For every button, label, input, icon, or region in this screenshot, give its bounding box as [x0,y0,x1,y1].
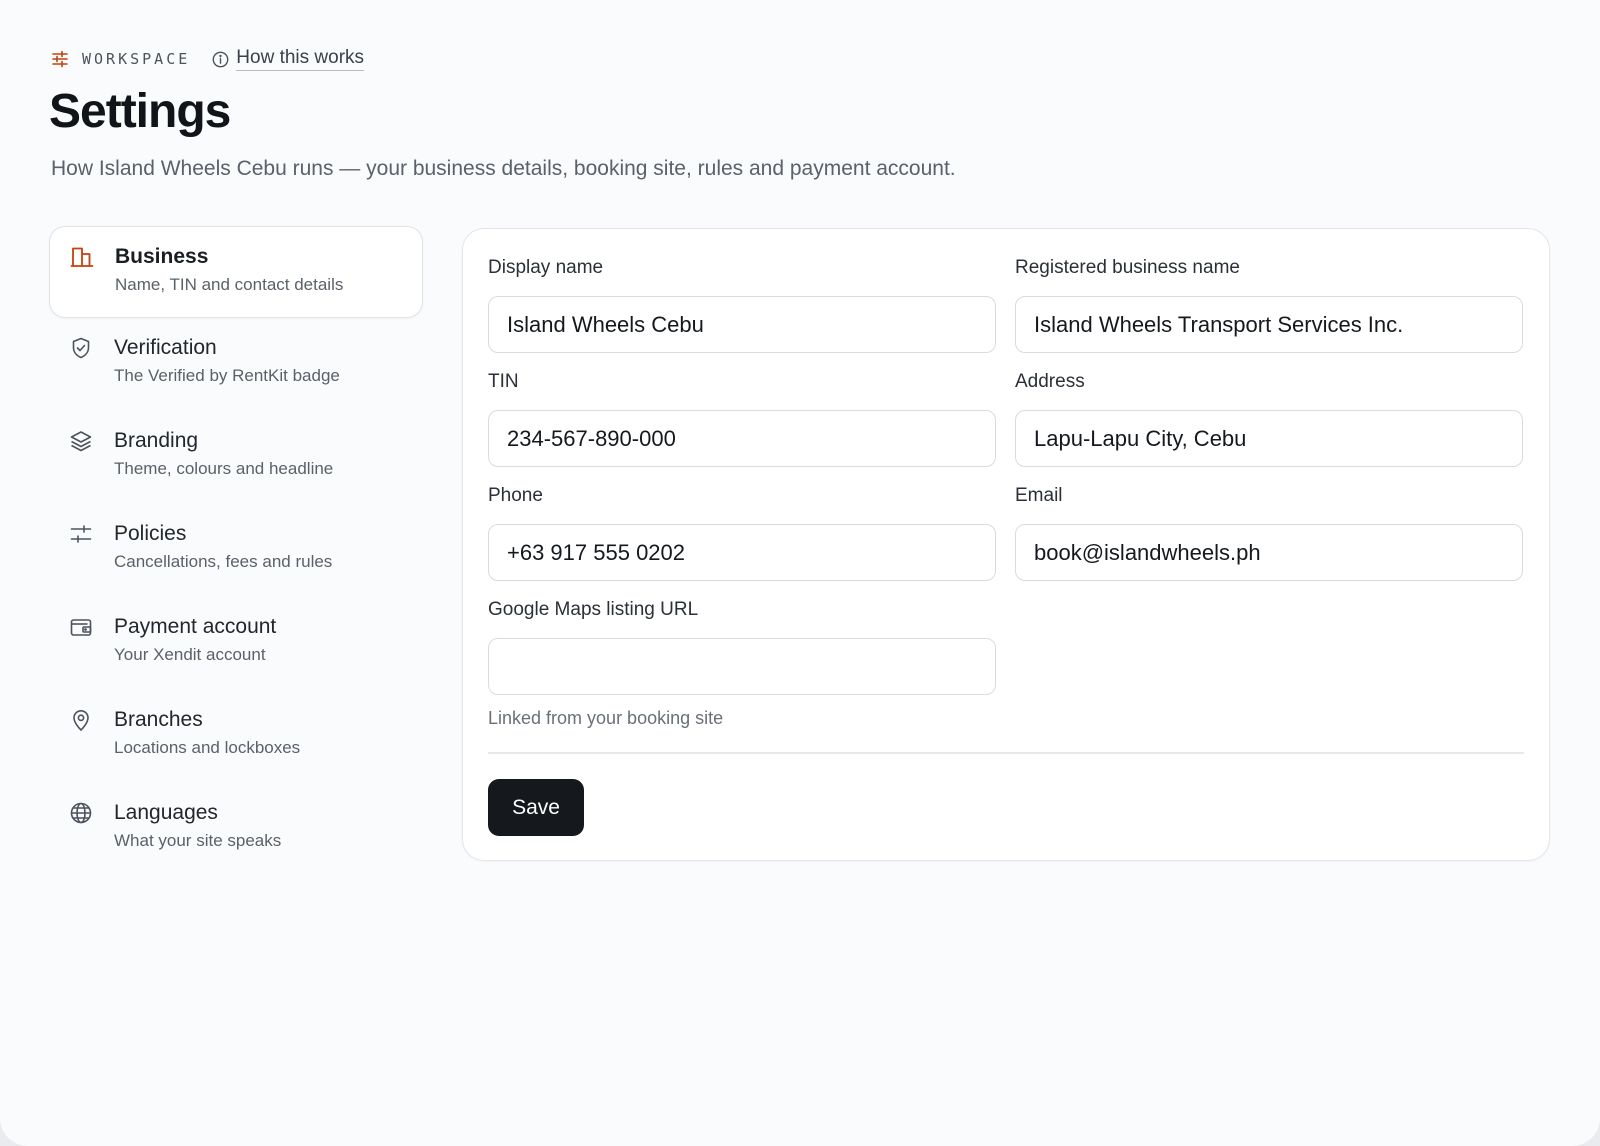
page-subtitle: How Island Wheels Cebu runs — your busin… [51,157,956,180]
sidebar-item-description: Locations and lockboxes [114,738,301,757]
email-group: Email [1015,484,1523,581]
sidebar-item-branding[interactable]: Branding Theme, colours and headline [49,411,423,504]
sidebar-item-title: Verification [114,336,217,359]
display-name-label: Display name [488,257,604,278]
how-this-works-link[interactable]: How this works [212,47,365,71]
sidebar-item-title: Policies [114,522,187,545]
maps-url-label: Google Maps listing URL [488,599,699,620]
sidebar-item-business[interactable]: Business Name, TIN and contact details [49,226,423,318]
sidebar-item-description: What your site speaks [114,831,282,850]
sidebar-item-title: Business [115,245,209,268]
sidebar-item-payment-account[interactable]: Payment account Your Xendit account [49,597,423,690]
settings-sidebar: Business Name, TIN and contact details V… [49,226,423,876]
maps-url-group: Google Maps listing URL [488,598,996,695]
sidebar-item-languages[interactable]: Languages What your site speaks [49,783,423,876]
sliders-icon [69,522,93,546]
registered-name-group: Registered business name [1015,256,1523,353]
workspace-label: WORKSPACE [82,50,191,68]
building-icon [70,245,94,269]
display-name-group: Display name [488,256,996,353]
registered-name-input[interactable] [1015,296,1523,353]
email-input[interactable] [1015,524,1523,581]
tin-label: TIN [488,371,519,392]
app-frame: WORKSPACE How this works Settings How Is… [0,0,1600,1146]
layers-icon [69,429,93,453]
sidebar-item-description: Cancellations, fees and rules [114,552,333,571]
wallet-icon [69,615,93,639]
address-input[interactable] [1015,410,1523,467]
address-label: Address [1015,371,1085,392]
sidebar-item-description: Your Xendit account [114,645,266,664]
save-button[interactable]: Save [488,779,584,836]
sidebar-item-branches[interactable]: Branches Locations and lockboxes [49,690,423,783]
sidebar-item-title: Branding [114,429,199,452]
registered-name-label: Registered business name [1015,257,1240,278]
shield-check-icon [69,336,93,360]
tin-input[interactable] [488,410,996,467]
maps-url-helper-text: Linked from your booking site [488,708,724,728]
sidebar-item-title: Payment account [114,615,277,638]
business-settings-card: Display name Registered business name TI… [462,228,1550,861]
sidebar-item-policies[interactable]: Policies Cancellations, fees and rules [49,504,423,597]
email-label: Email [1015,485,1063,506]
workspace-sliders-icon [51,50,69,68]
sidebar-item-description: The Verified by RentKit badge [114,366,340,385]
info-icon [212,51,229,68]
display-name-input[interactable] [488,296,996,353]
phone-label: Phone [488,485,543,506]
sidebar-item-verification[interactable]: Verification The Verified by RentKit bad… [49,318,423,411]
sidebar-item-title: Languages [114,801,218,824]
phone-input[interactable] [488,524,996,581]
maps-url-input[interactable] [488,638,996,695]
globe-icon [69,801,93,825]
sidebar-item-description: Theme, colours and headline [114,459,334,478]
form-divider [488,752,1524,754]
phone-group: Phone [488,484,996,581]
sidebar-item-description: Name, TIN and contact details [115,275,344,294]
address-group: Address [1015,370,1523,467]
how-this-works-label: How this works [236,47,365,71]
header-eyebrow: WORKSPACE How this works [51,47,365,71]
tin-group: TIN [488,370,996,467]
sidebar-item-title: Branches [114,708,203,731]
map-pin-icon [69,708,93,732]
page-title: Settings [49,85,231,138]
